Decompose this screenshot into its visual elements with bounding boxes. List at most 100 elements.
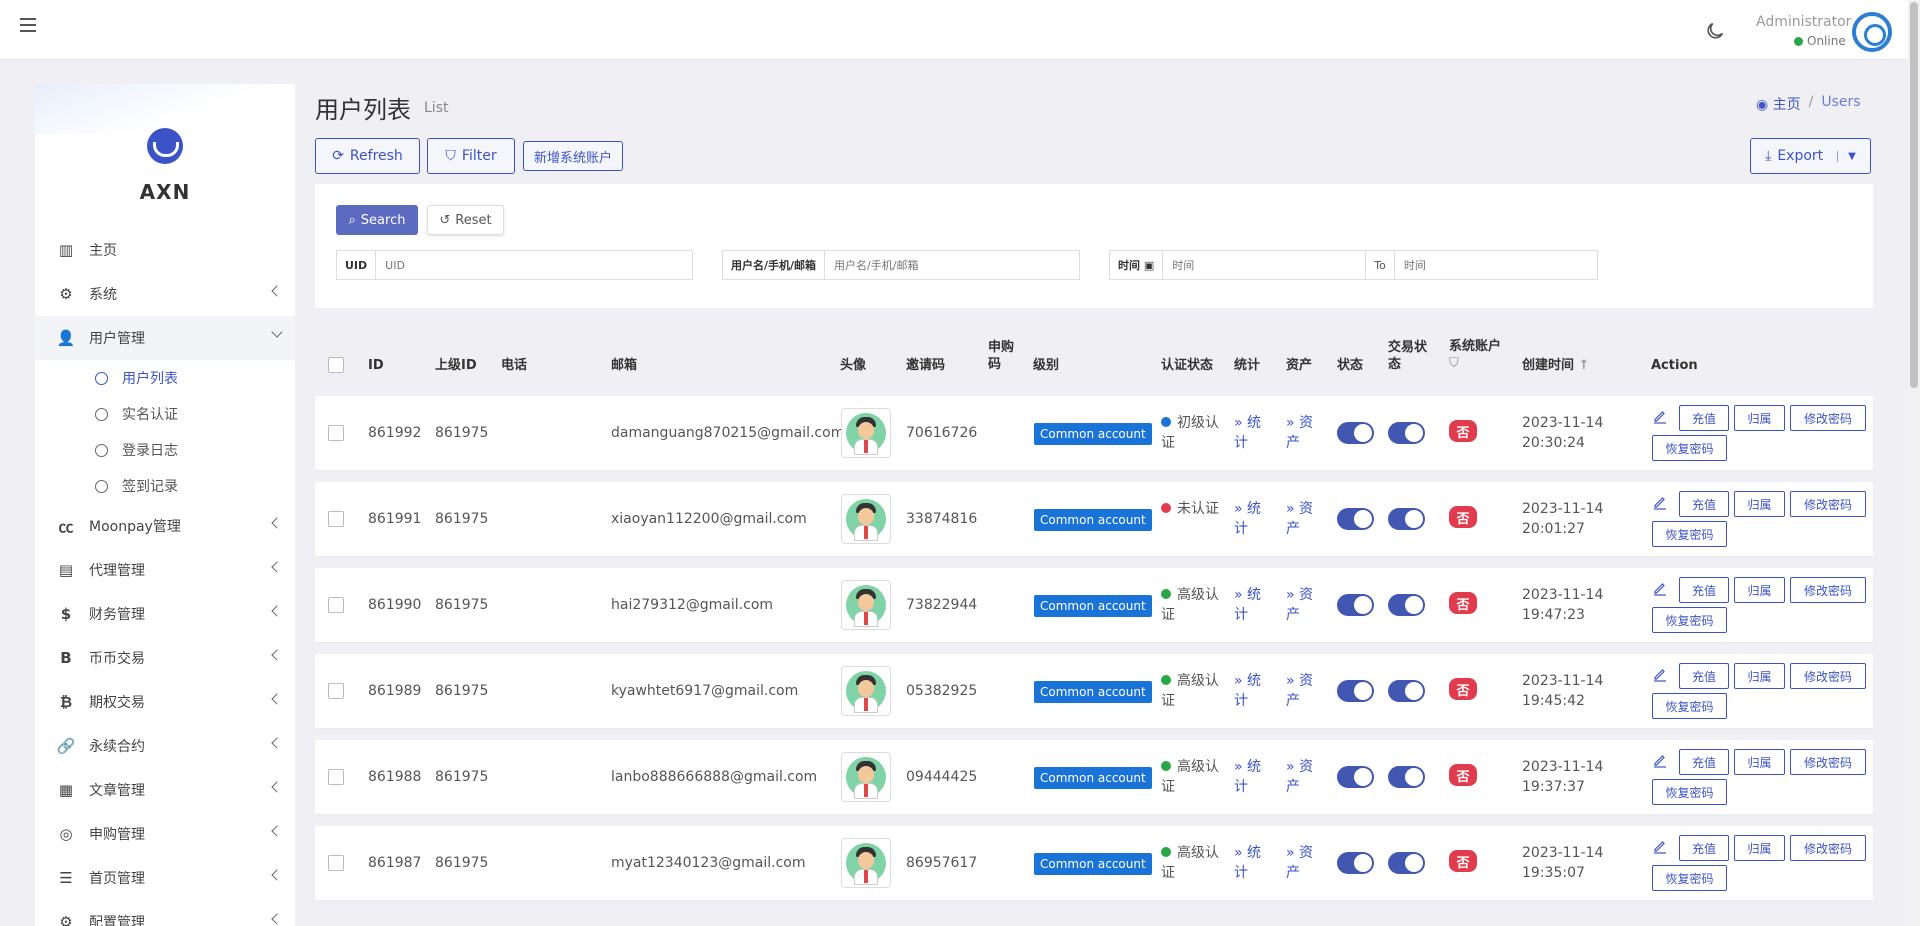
sidebar-item-finance[interactable]: $ 财务管理: [35, 592, 295, 636]
sidebar-item-moonpay[interactable]: ㏄ Moonpay管理: [35, 504, 295, 548]
sidebar-item-spot-trading[interactable]: B 币币交易: [35, 636, 295, 680]
user-avatar[interactable]: [841, 666, 891, 716]
assets-link[interactable]: » 资产: [1286, 757, 1320, 797]
status-toggle[interactable]: [1337, 766, 1374, 788]
sidebar-item-home[interactable]: ▥ 主页: [35, 228, 295, 272]
user-avatar[interactable]: [841, 580, 891, 630]
sidebar-item-perpetual[interactable]: 🔗 永续合约: [35, 724, 295, 768]
status-toggle[interactable]: [1337, 852, 1374, 874]
filter-icon[interactable]: ⛉: [1449, 356, 1459, 371]
filter-button[interactable]: ⛉ Filter: [427, 138, 515, 174]
recharge-button[interactable]: 充值: [1679, 663, 1729, 689]
change-password-button[interactable]: 修改密码: [1790, 663, 1866, 689]
belong-button[interactable]: 归属: [1734, 663, 1785, 689]
export-button[interactable]: ⤓ Export ▼: [1750, 138, 1871, 174]
edit-icon[interactable]: [1652, 666, 1668, 682]
change-password-button[interactable]: 修改密码: [1790, 577, 1866, 603]
breadcrumb-home[interactable]: ◉ 主页: [1756, 94, 1801, 114]
trade-status-toggle[interactable]: [1388, 508, 1425, 530]
assets-link[interactable]: » 资产: [1286, 671, 1320, 711]
scrollbar-thumb[interactable]: [1910, 2, 1918, 388]
time-from-input[interactable]: [1163, 251, 1366, 279]
reset-password-button[interactable]: 恢复密码: [1652, 521, 1727, 547]
add-system-account-button[interactable]: 新增系统账户: [523, 141, 623, 171]
change-password-button[interactable]: 修改密码: [1790, 749, 1866, 775]
admin-avatar[interactable]: [1852, 12, 1892, 52]
select-all-checkbox[interactable]: [328, 357, 344, 373]
reset-password-button[interactable]: 恢复密码: [1652, 435, 1727, 461]
row-checkbox[interactable]: [328, 511, 344, 527]
refresh-button[interactable]: ⟳ Refresh: [315, 138, 420, 174]
edit-icon[interactable]: [1652, 752, 1668, 768]
reset-password-button[interactable]: 恢复密码: [1652, 779, 1727, 805]
user-input[interactable]: [825, 251, 1076, 279]
sidebar-item-system[interactable]: ⚙ 系统: [35, 272, 295, 316]
belong-button[interactable]: 归属: [1734, 835, 1785, 861]
edit-icon[interactable]: [1652, 494, 1668, 510]
assets-link[interactable]: » 资产: [1286, 585, 1320, 625]
row-checkbox[interactable]: [328, 683, 344, 699]
row-checkbox[interactable]: [328, 425, 344, 441]
user-avatar[interactable]: [841, 408, 891, 458]
assets-link[interactable]: » 资产: [1286, 499, 1320, 539]
trade-status-toggle[interactable]: [1388, 680, 1425, 702]
hamburger-menu-icon[interactable]: [20, 18, 36, 32]
uid-input[interactable]: [376, 251, 687, 279]
edit-icon[interactable]: [1652, 580, 1668, 596]
user-avatar[interactable]: [841, 494, 891, 544]
row-checkbox[interactable]: [328, 855, 344, 871]
status-toggle[interactable]: [1337, 508, 1374, 530]
stats-link[interactable]: » 统计: [1234, 843, 1268, 883]
status-toggle[interactable]: [1337, 422, 1374, 444]
user-avatar[interactable]: [841, 838, 891, 888]
sidebar-item-config[interactable]: ⚙ 配置管理: [35, 900, 295, 926]
user-avatar[interactable]: [841, 752, 891, 802]
recharge-button[interactable]: 充值: [1679, 749, 1729, 775]
trade-status-toggle[interactable]: [1388, 422, 1425, 444]
recharge-button[interactable]: 充值: [1679, 491, 1729, 517]
sidebar-item-articles[interactable]: ▦ 文章管理: [35, 768, 295, 812]
edit-icon[interactable]: [1652, 408, 1668, 424]
belong-button[interactable]: 归属: [1734, 405, 1785, 431]
assets-link[interactable]: » 资产: [1286, 413, 1320, 453]
stats-link[interactable]: » 统计: [1234, 499, 1268, 539]
search-button[interactable]: ⌕ Search: [336, 205, 418, 235]
sidebar-subitem-login-log[interactable]: 登录日志: [35, 432, 295, 468]
row-checkbox[interactable]: [328, 769, 344, 785]
reset-button[interactable]: ↺ Reset: [427, 205, 504, 235]
change-password-button[interactable]: 修改密码: [1790, 491, 1866, 517]
sidebar-item-user-management[interactable]: 👤 用户管理: [35, 316, 295, 360]
sidebar-item-agent[interactable]: ▤ 代理管理: [35, 548, 295, 592]
admin-name[interactable]: Administrator: [1756, 14, 1851, 30]
sidebar-item-homepage[interactable]: ☰ 首页管理: [35, 856, 295, 900]
belong-button[interactable]: 归属: [1734, 491, 1785, 517]
trade-status-toggle[interactable]: [1388, 766, 1425, 788]
stats-link[interactable]: » 统计: [1234, 671, 1268, 711]
recharge-button[interactable]: 充值: [1679, 577, 1729, 603]
status-toggle[interactable]: [1337, 594, 1374, 616]
change-password-button[interactable]: 修改密码: [1790, 405, 1866, 431]
belong-button[interactable]: 归属: [1734, 749, 1785, 775]
status-toggle[interactable]: [1337, 680, 1374, 702]
time-to-input[interactable]: [1394, 251, 1595, 279]
row-checkbox[interactable]: [328, 597, 344, 613]
edit-icon[interactable]: [1652, 838, 1668, 854]
reset-password-button[interactable]: 恢复密码: [1652, 865, 1727, 891]
trade-status-toggle[interactable]: [1388, 852, 1425, 874]
stats-link[interactable]: » 统计: [1234, 757, 1268, 797]
sidebar-subitem-real-name[interactable]: 实名认证: [35, 396, 295, 432]
trade-status-toggle[interactable]: [1388, 594, 1425, 616]
sidebar-subitem-checkin[interactable]: 签到记录: [35, 468, 295, 504]
reset-password-button[interactable]: 恢复密码: [1652, 607, 1727, 633]
recharge-button[interactable]: 充值: [1679, 405, 1729, 431]
moon-icon[interactable]: [1704, 20, 1726, 42]
sidebar-item-options[interactable]: ₿ 期权交易: [35, 680, 295, 724]
belong-button[interactable]: 归属: [1734, 577, 1785, 603]
chevron-down-icon[interactable]: ▼: [1837, 150, 1856, 162]
page-scrollbar[interactable]: [1908, 0, 1920, 926]
recharge-button[interactable]: 充值: [1679, 835, 1729, 861]
header-id[interactable]: ID: [368, 357, 384, 374]
stats-link[interactable]: » 统计: [1234, 413, 1268, 453]
change-password-button[interactable]: 修改密码: [1790, 835, 1866, 861]
reset-password-button[interactable]: 恢复密码: [1652, 693, 1727, 719]
